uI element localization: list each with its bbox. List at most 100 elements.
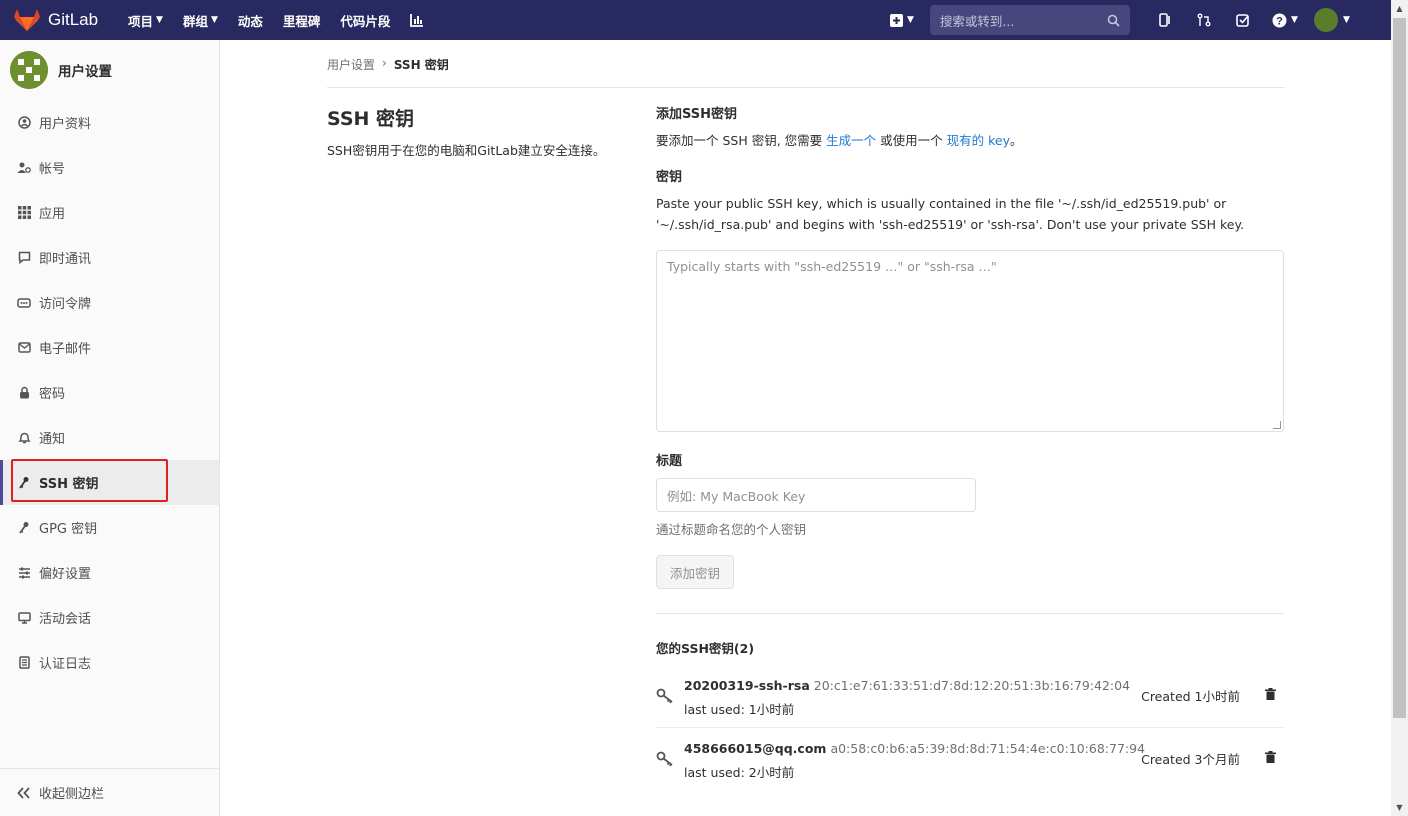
gitlab-logo-icon	[14, 9, 40, 31]
chevron-down-icon: ▼	[907, 15, 914, 25]
user-avatar	[1313, 8, 1338, 32]
nav-projects[interactable]: 项目 ▼	[128, 11, 163, 30]
sidebar-item-label: 应用	[39, 207, 66, 222]
nav-right: ▼ 搜索或转到... ? ▼ ▼	[890, 0, 1357, 40]
nav-projects-label: 项目	[128, 13, 154, 29]
sidebar-item-auth-log[interactable]: 认证日志	[0, 640, 219, 685]
brand[interactable]: GitLab	[14, 8, 118, 32]
nav-milestones-label: 里程碑	[282, 13, 321, 29]
divider	[656, 727, 1284, 728]
issues-icon	[1159, 13, 1171, 27]
generate-key-link[interactable]: 生成一个	[826, 133, 876, 148]
page-description: SSH密钥用于在您的电脑和GitLab建立安全连接。	[327, 143, 606, 158]
trash-icon[interactable]	[1265, 751, 1276, 763]
keys-list-heading: 您的SSH密钥(2)	[656, 641, 755, 656]
sidebar-item-label: 通知	[39, 432, 66, 447]
title-label: 标题	[656, 454, 683, 469]
key-textarea[interactable]: Typically starts with "ssh-ed25519 …" or…	[656, 250, 1284, 432]
nav-snippets[interactable]: 代码片段	[340, 11, 390, 30]
sidebar-title: 用户设置	[58, 64, 112, 80]
todo-icon	[1236, 14, 1250, 27]
key-created: Created 1小时前	[1141, 689, 1240, 704]
sidebar-item-label: 访问令牌	[39, 297, 92, 312]
annotation-highlight-box	[11, 459, 168, 502]
user-menu[interactable]: ▼	[1307, 0, 1357, 40]
sidebar-item-gpg-keys[interactable]: GPG 密钥	[0, 505, 219, 550]
existing-key-link[interactable]: 现有的 key	[947, 133, 1010, 148]
chevron-down-icon: ▼	[1290, 15, 1298, 25]
sidebar-item-label: 用户资料	[39, 117, 92, 132]
collapse-sidebar-button[interactable]: 收起侧边栏	[0, 768, 219, 816]
nav-groups-label: 群组	[182, 13, 208, 29]
sidebar-item-password[interactable]: 密码	[0, 370, 219, 415]
sidebar-item-access-tokens[interactable]: 访问令牌	[0, 280, 219, 325]
nav-menu: 项目 ▼ 群组 ▼ 动态 里程碑 代码片段	[128, 11, 444, 30]
divider	[656, 613, 1284, 614]
top-navbar: GitLab 项目 ▼ 群组 ▼ 动态 里程碑 代码片段 ▼ 搜索或转到... ?	[0, 0, 1391, 40]
merge-request-icon	[1197, 13, 1211, 27]
sidebar-item-label: 偏好设置	[39, 567, 92, 582]
nav-snippets-label: 代码片段	[340, 13, 391, 29]
account-icon	[17, 161, 31, 175]
search-input[interactable]: 搜索或转到...	[929, 5, 1130, 35]
page-scrollbar[interactable]: ▲ ▼	[1391, 0, 1408, 816]
issues-button[interactable]	[1146, 0, 1185, 40]
breadcrumb-parent[interactable]: 用户设置	[327, 56, 375, 73]
sidebar-item-label: 认证日志	[39, 657, 92, 672]
search-icon	[1107, 14, 1120, 27]
brand-name: GitLab	[48, 10, 99, 29]
sidebar-item-chat[interactable]: 即时通讯	[0, 235, 219, 280]
sidebar-item-label: 活动会话	[39, 612, 92, 627]
sidebar-item-label: GPG 密钥	[39, 522, 98, 537]
scroll-down-arrow-icon[interactable]: ▼	[1391, 799, 1408, 816]
plus-square-icon	[890, 13, 903, 27]
key-placeholder: Typically starts with "ssh-ed25519 …" or…	[667, 259, 997, 274]
help-dropdown[interactable]: ? ▼	[1263, 0, 1307, 40]
sidebar-item-preferences[interactable]: 偏好设置	[0, 550, 219, 595]
chat-icon	[17, 251, 31, 265]
sidebar-item-notifications[interactable]: 通知	[0, 415, 219, 460]
resize-handle[interactable]	[1273, 421, 1281, 429]
nav-activity[interactable]: 动态	[238, 11, 263, 30]
form-intro-text: 或使用一个	[880, 133, 943, 148]
scrollbar-thumb[interactable]	[1393, 18, 1406, 718]
settings-sidebar: 用户设置 用户资料 帐号 应用 即时通讯 访问令牌 电子邮件 密码 通知 SSH…	[0, 40, 220, 816]
trash-icon[interactable]	[1265, 688, 1276, 700]
nav-groups[interactable]: 群组 ▼	[183, 11, 218, 30]
search-placeholder: 搜索或转到...	[939, 13, 1015, 29]
sidebar-item-applications[interactable]: 应用	[0, 190, 219, 235]
chevron-down-icon: ▼	[1342, 15, 1350, 25]
nav-milestones[interactable]: 里程碑	[283, 11, 321, 30]
chevron-right-icon: ›	[382, 56, 387, 70]
key-help: Paste your public SSH key, which is usua…	[656, 193, 1284, 235]
list-item[interactable]: 20200319-ssh-rsa 20:c1:e7:61:33:51:d7:8d…	[656, 676, 1284, 738]
nav-analytics[interactable]	[410, 13, 424, 27]
new-dropdown[interactable]: ▼	[890, 13, 914, 27]
avatar	[10, 51, 48, 89]
breadcrumb-current[interactable]: SSH 密钥	[394, 56, 449, 73]
chevron-down-icon: ▼	[210, 15, 218, 25]
key-name[interactable]: 458666015@qq.com	[684, 741, 826, 756]
key-last-used: last used: 2小时前	[684, 765, 795, 780]
sidebar-item-label: 密码	[39, 387, 66, 402]
add-key-button[interactable]: 添加密钥	[656, 555, 734, 589]
chart-icon	[410, 14, 424, 27]
key-label: 密钥	[656, 170, 683, 185]
collapse-sidebar-label: 收起侧边栏	[39, 787, 105, 802]
sidebar-item-active-sessions[interactable]: 活动会话	[0, 595, 219, 640]
page-title: SSH 密钥	[327, 108, 415, 130]
sidebar-item-profile[interactable]: 用户资料	[0, 100, 219, 145]
lock-icon	[17, 386, 31, 400]
sidebar-item-account[interactable]: 帐号	[0, 145, 219, 190]
scroll-up-arrow-icon[interactable]: ▲	[1391, 0, 1408, 17]
key-name[interactable]: 20200319-ssh-rsa	[684, 678, 810, 693]
merge-requests-button[interactable]	[1185, 0, 1224, 40]
sidebar-item-emails[interactable]: 电子邮件	[0, 325, 219, 370]
sidebar-item-label: 帐号	[39, 162, 66, 177]
chevron-down-icon: ▼	[156, 15, 163, 25]
list-item[interactable]: 458666015@qq.com a0:58:c0:b6:a5:39:8d:8d…	[656, 739, 1284, 801]
sidebar-header[interactable]: 用户设置	[0, 40, 219, 100]
title-input[interactable]: 例如: My MacBook Key	[656, 478, 976, 512]
double-chevron-left-icon	[17, 786, 31, 799]
todos-button[interactable]	[1224, 0, 1263, 40]
